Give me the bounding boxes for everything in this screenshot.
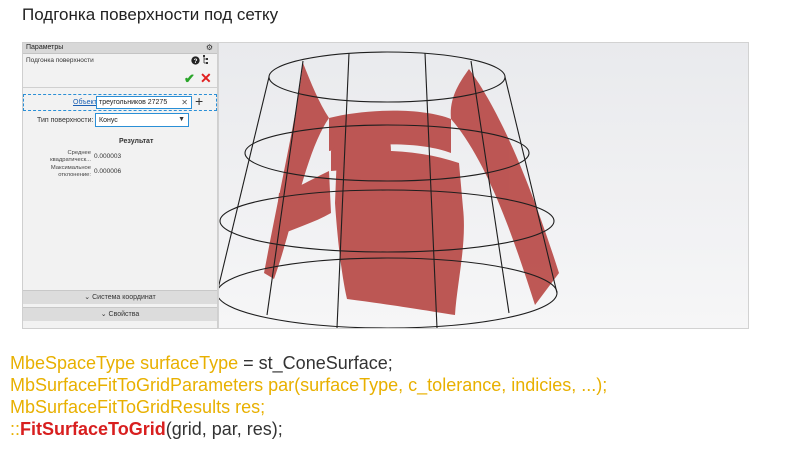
parameters-panel: Параметры ⚙ Подгонка поверхности ? ✔ ✕ О… <box>22 42 218 329</box>
mean-deviation-value: 0.000003 <box>94 153 122 160</box>
panel-header-title: Параметры <box>26 44 64 51</box>
code-var: res; <box>235 397 266 417</box>
code-rest: = st_ConeSurface; <box>238 353 393 373</box>
code-type: MbSurfaceFitToGridParameters <box>10 375 264 395</box>
object-field[interactable]: треугольников 27275 ✕ <box>96 96 192 109</box>
code-line-1: MbeSpaceType surfaceType = st_ConeSurfac… <box>10 352 607 374</box>
surface-type-label: Тип поверхности: <box>37 117 94 124</box>
panel-subtitle: Подгонка поверхности <box>26 57 94 64</box>
code-snippet: MbeSpaceType surfaceType = st_ConeSurfac… <box>10 352 607 440</box>
coord-system-label: Система координат <box>92 294 156 301</box>
code-type: MbSurfaceFitToGridResults <box>10 397 231 417</box>
code-type: MbeSpaceType <box>10 353 136 373</box>
confirm-check-icon[interactable]: ✔ <box>184 71 195 87</box>
divider <box>23 87 217 88</box>
chevron-down-icon: ⌄ <box>84 294 91 301</box>
chevron-down-icon: ⌄ <box>100 311 107 318</box>
max-deviation-value: 0.000006 <box>94 168 122 175</box>
code-line-2: MbSurfaceFitToGridParameters par(surface… <box>10 374 607 396</box>
panel-toolbar: ? <box>191 55 211 67</box>
properties-label: Свойства <box>108 311 140 318</box>
coord-system-section[interactable]: ⌄ Система координат <box>23 290 217 304</box>
cancel-close-icon[interactable]: ✕ <box>200 70 212 87</box>
code-call: par(surfaceType, c_tolerance, indicies, … <box>268 375 608 395</box>
gear-icon[interactable]: ⚙ <box>206 43 213 52</box>
tree-icon[interactable] <box>203 55 211 67</box>
surface-type-select[interactable]: Конус ▼ <box>95 113 189 127</box>
code-prefix: :: <box>10 419 21 439</box>
result-header: Результат <box>119 138 154 145</box>
properties-section[interactable]: ⌄ Свойства <box>23 307 217 321</box>
3d-viewport[interactable] <box>216 42 749 329</box>
code-func: FitSurfaceToGrid <box>20 419 166 439</box>
cone-surface-render <box>216 51 559 329</box>
add-icon[interactable]: + <box>195 93 203 109</box>
object-field-value: треугольников 27275 <box>99 99 168 106</box>
code-var: surfaceType <box>140 353 239 373</box>
slide-title: Подгонка поверхности под сетку <box>22 5 279 24</box>
max-deviation-label: Максимальное отклонение: <box>50 165 91 178</box>
code-line-3: MbSurfaceFitToGridResults res; <box>10 396 607 418</box>
fitted-surface <box>264 63 559 315</box>
code-args: (grid, par, res); <box>165 419 283 439</box>
object-link[interactable]: Объект <box>73 99 97 106</box>
panel-header: Параметры ⚙ <box>23 43 217 54</box>
help-icon[interactable]: ? <box>191 56 203 67</box>
mean-deviation-label: Среднее квадратическ... <box>50 150 91 163</box>
code-line-4: ::FitSurfaceToGrid(grid, par, res); <box>10 418 607 440</box>
chevron-down-icon[interactable]: ▼ <box>178 116 185 123</box>
surface-type-value: Конус <box>99 117 118 124</box>
clear-icon[interactable]: ✕ <box>181 98 188 107</box>
svg-text:?: ? <box>194 58 198 65</box>
object-row: Объект треугольников 27275 ✕ + <box>23 93 217 111</box>
